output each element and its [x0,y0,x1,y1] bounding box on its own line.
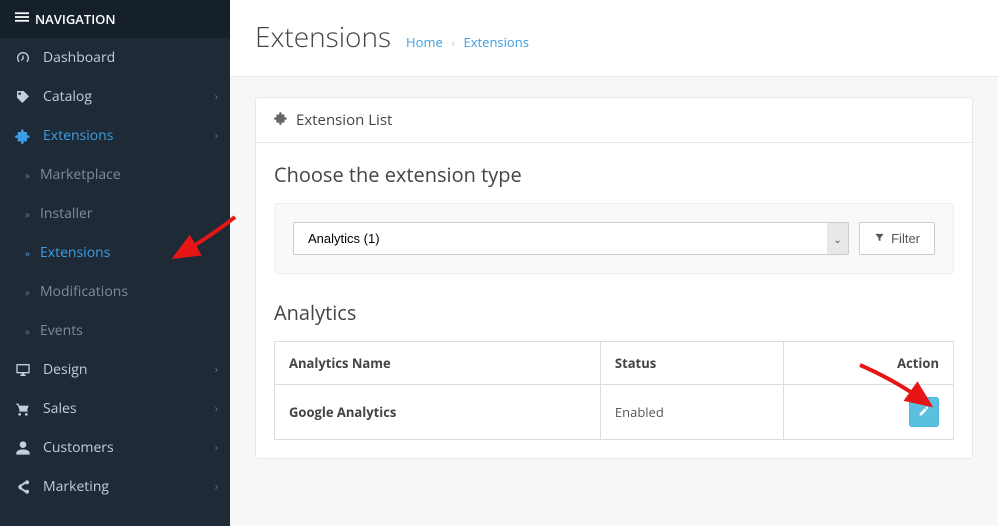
desktop-icon [15,362,33,378]
chevron-right-icon: › [215,128,218,143]
double-chevron-icon: » [25,168,30,182]
sub-item-label: Marketplace [40,165,121,184]
user-icon [15,440,33,456]
filter-label: Filter [891,231,920,246]
sub-item-installer[interactable]: » Installer [0,194,230,233]
tag-icon [15,89,33,105]
breadcrumb-home[interactable]: Home [406,33,443,51]
double-chevron-icon: » [25,246,30,260]
sub-item-events[interactable]: » Events [0,311,230,350]
nav-item-catalog[interactable]: Catalog › [0,77,230,116]
edit-button[interactable] [909,397,939,427]
col-name: Analytics Name [275,342,601,385]
nav-item-label: Design [43,360,87,379]
col-action: Action [784,342,954,385]
extension-type-select[interactable]: Analytics (1) [293,222,849,255]
main-content: Extensions Home › Extensions Extension L… [230,0,998,526]
panel-title: Extension List [296,110,392,130]
nav-item-label: Sales [43,399,77,418]
chevron-right-icon: › [215,479,218,494]
panel-head: Extension List [256,98,972,143]
extension-type-select-wrap: Analytics (1) ⌄ [293,222,849,255]
double-chevron-icon: » [25,324,30,338]
table-header-row: Analytics Name Status Action [275,342,954,385]
chevron-right-icon: › [215,362,218,377]
share-icon [15,479,33,495]
puzzle-icon [15,128,33,144]
extensions-table: Analytics Name Status Action Google Anal… [274,341,954,440]
puzzle-icon [274,110,288,130]
filter-icon [874,231,885,246]
nav-item-dashboard[interactable]: Dashboard [0,38,230,77]
breadcrumb-current[interactable]: Extensions [463,33,528,51]
nav-item-label: Marketing [43,477,109,496]
choose-title: Choose the extension type [274,161,954,188]
table-title: Analytics [274,299,954,326]
chevron-right-icon: › [215,89,218,104]
dashboard-icon [15,50,33,66]
nav-item-label: Dashboard [43,48,115,67]
nav-item-customers[interactable]: Customers › [0,428,230,467]
nav-item-marketing[interactable]: Marketing › [0,467,230,506]
sub-item-label: Extensions [40,243,110,262]
col-status: Status [600,342,783,385]
sub-item-label: Modifications [40,282,128,301]
breadcrumb: Home › Extensions [406,33,529,51]
nav-item-design[interactable]: Design › [0,350,230,389]
nav-item-label: Customers [43,438,114,457]
row-status: Enabled [600,385,783,440]
sub-item-label: Events [40,321,83,340]
panel-body: Choose the extension type Analytics (1) … [256,143,972,458]
page-header: Extensions Home › Extensions [230,0,998,77]
nav-header: NAVIGATION [0,0,230,38]
filter-well: Analytics (1) ⌄ Filter [274,203,954,274]
cart-icon [15,401,33,417]
sub-item-extensions[interactable]: » Extensions [0,233,230,272]
sub-item-modifications[interactable]: » Modifications [0,272,230,311]
double-chevron-icon: » [25,285,30,299]
nav-item-label: Catalog [43,87,92,106]
sub-item-marketplace[interactable]: » Marketplace [0,155,230,194]
sidebar: NAVIGATION Dashboard Catalog › Extension… [0,0,230,526]
chevron-right-icon: › [215,440,218,455]
page-title: Extensions [255,18,391,56]
nav-item-extensions[interactable]: Extensions › [0,116,230,155]
double-chevron-icon: » [25,207,30,221]
nav-item-sales[interactable]: Sales › [0,389,230,428]
nav-header-label: NAVIGATION [35,10,116,28]
filter-button[interactable]: Filter [859,222,935,255]
sub-item-label: Installer [40,204,93,223]
chevron-right-icon: › [215,401,218,416]
nav-item-label: Extensions [43,126,113,145]
extension-panel: Extension List Choose the extension type… [255,97,973,459]
breadcrumb-sep: › [451,33,455,51]
table-row: Google Analytics Enabled [275,385,954,440]
row-action [784,385,954,440]
pencil-icon [918,405,930,420]
row-name: Google Analytics [275,385,601,440]
hamburger-icon [15,10,29,28]
